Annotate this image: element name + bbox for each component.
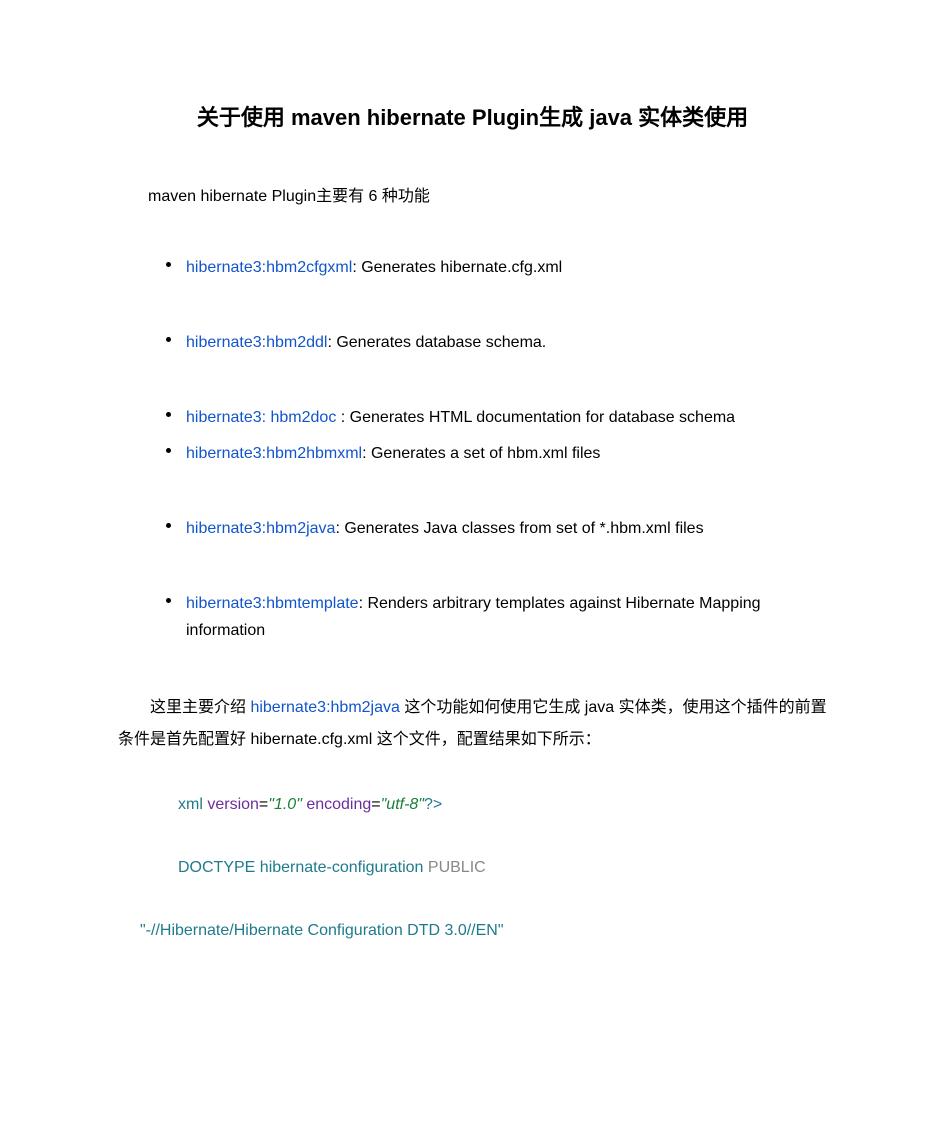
list-item: hibernate3:hbm2hbmxml: Generates a set o…: [118, 440, 827, 467]
xml-decl-end: ?>: [424, 796, 442, 813]
feature-desc: : Generates HTML documentation for datab…: [341, 409, 735, 426]
feature-link[interactable]: hibernate3:hbm2java: [186, 520, 335, 537]
list-item: hibernate3: hbm2doc : Generates HTML doc…: [118, 404, 827, 431]
doctype-keyword: DOCTYPE: [178, 859, 255, 876]
list-item: hibernate3:hbm2ddl: Generates database s…: [118, 329, 827, 356]
bullet-icon: [166, 412, 171, 417]
xml-value-version: "1.0": [268, 796, 302, 813]
feature-list: hibernate3:hbm2cfgxml: Generates hiberna…: [118, 254, 827, 644]
document-page: 关于使用 maven hibernate Plugin生成 java 实体类使用…: [0, 0, 945, 1000]
feature-desc: : Generates hibernate.cfg.xml: [352, 259, 562, 276]
page-title: 关于使用 maven hibernate Plugin生成 java 实体类使用: [118, 100, 827, 132]
xml-equals: =: [259, 796, 268, 813]
feature-desc: : Generates a set of hbm.xml files: [362, 445, 600, 462]
feature-link[interactable]: hibernate3:hbm2cfgxml: [186, 259, 352, 276]
bullet-icon: [166, 448, 171, 453]
xml-doctype: DOCTYPE hibernate-configuration PUBLIC: [178, 859, 827, 877]
xml-equals: =: [371, 796, 380, 813]
xml-attr-version: version: [203, 796, 259, 813]
feature-desc: : Generates database schema.: [327, 334, 546, 351]
bullet-icon: [166, 337, 171, 342]
list-item: hibernate3:hbm2java: Generates Java clas…: [118, 515, 827, 542]
doctype-name: hibernate-configuration: [255, 859, 428, 876]
feature-link[interactable]: hibernate3:hbmtemplate: [186, 595, 359, 612]
doctype-public: PUBLIC: [428, 859, 486, 876]
xml-dtd-string: "-//Hibernate/Hibernate Configuration DT…: [140, 922, 827, 940]
list-item: hibernate3:hbm2cfgxml: Generates hiberna…: [118, 254, 827, 281]
feature-desc: : Generates Java classes from set of *.h…: [335, 520, 703, 537]
feature-link[interactable]: hibernate3:hbm2hbmxml: [186, 445, 362, 462]
dtd-string: "-//Hibernate/Hibernate Configuration DT…: [140, 922, 504, 939]
para-link[interactable]: hibernate3:hbm2java: [250, 699, 399, 716]
list-item: hibernate3:hbmtemplate: Renders arbitrar…: [118, 590, 827, 644]
xml-attr-encoding: encoding: [302, 796, 371, 813]
bullet-icon: [166, 262, 171, 267]
xml-value-encoding: "utf-8": [381, 796, 424, 813]
para-prefix: 这里主要介绍: [150, 699, 250, 716]
xml-keyword: xml: [178, 796, 203, 813]
paragraph: 这里主要介绍 hibernate3:hbm2java 这个功能如何使用它生成 j…: [118, 692, 827, 756]
feature-link[interactable]: hibernate3: hbm2doc: [186, 409, 341, 426]
xml-declaration: xml version="1.0" encoding="utf-8"?>: [178, 796, 827, 814]
bullet-icon: [166, 598, 171, 603]
bullet-icon: [166, 523, 171, 528]
intro-text: maven hibernate Plugin主要有 6 种功能: [148, 182, 827, 206]
feature-link[interactable]: hibernate3:hbm2ddl: [186, 334, 327, 351]
